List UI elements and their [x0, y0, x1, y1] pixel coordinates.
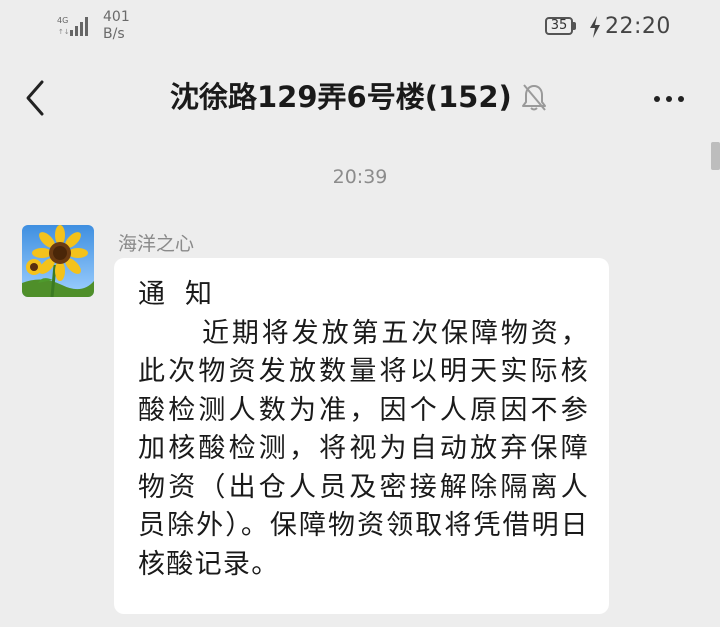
dot	[678, 96, 684, 102]
sunflower-avatar	[22, 225, 94, 297]
chat-title: 沈徐路129弄6号楼(152)	[170, 80, 512, 114]
charging-icon	[590, 16, 600, 38]
status-bar: 4G ↑↓ 401 B/s 35 22:20	[0, 0, 720, 58]
dot	[654, 96, 660, 102]
more-options-button[interactable]	[648, 84, 690, 114]
status-time: 22:20	[605, 14, 671, 39]
network-speed-value: 401	[103, 9, 130, 25]
back-button[interactable]	[18, 76, 54, 120]
battery-icon: 35	[545, 17, 579, 37]
message-bubble[interactable]: 通知 近期将发放第五次保障物资，此次物资发放数量将以明天实际核酸检测人数为准，因…	[114, 258, 609, 614]
sender-name: 海洋之心	[118, 233, 195, 255]
network-type: 4G	[57, 16, 68, 25]
network-speed: 401 B/s	[103, 9, 130, 43]
message-heading: 通知	[138, 279, 232, 310]
chat-screen: 4G ↑↓ 401 B/s 35 22:20 沈徐路129弄6号楼(152) 2…	[0, 0, 720, 627]
bell-off-icon	[522, 84, 546, 111]
message-body: 近期将发放第五次保障物资，此次物资发放数量将以明天实际核酸检测人数为准，因个人原…	[138, 317, 589, 580]
svg-text:↑↓: ↑↓	[58, 28, 70, 36]
message-timestamp: 20:39	[332, 166, 388, 188]
network-speed-unit: B/s	[103, 26, 125, 42]
signal-icon: 4G ↑↓	[57, 16, 88, 36]
dot	[666, 96, 672, 102]
battery-level: 35	[550, 18, 568, 33]
chat-header: 沈徐路129弄6号楼(152)	[0, 58, 720, 140]
chevron-left-icon	[26, 80, 44, 116]
sender-avatar[interactable]	[22, 225, 94, 297]
